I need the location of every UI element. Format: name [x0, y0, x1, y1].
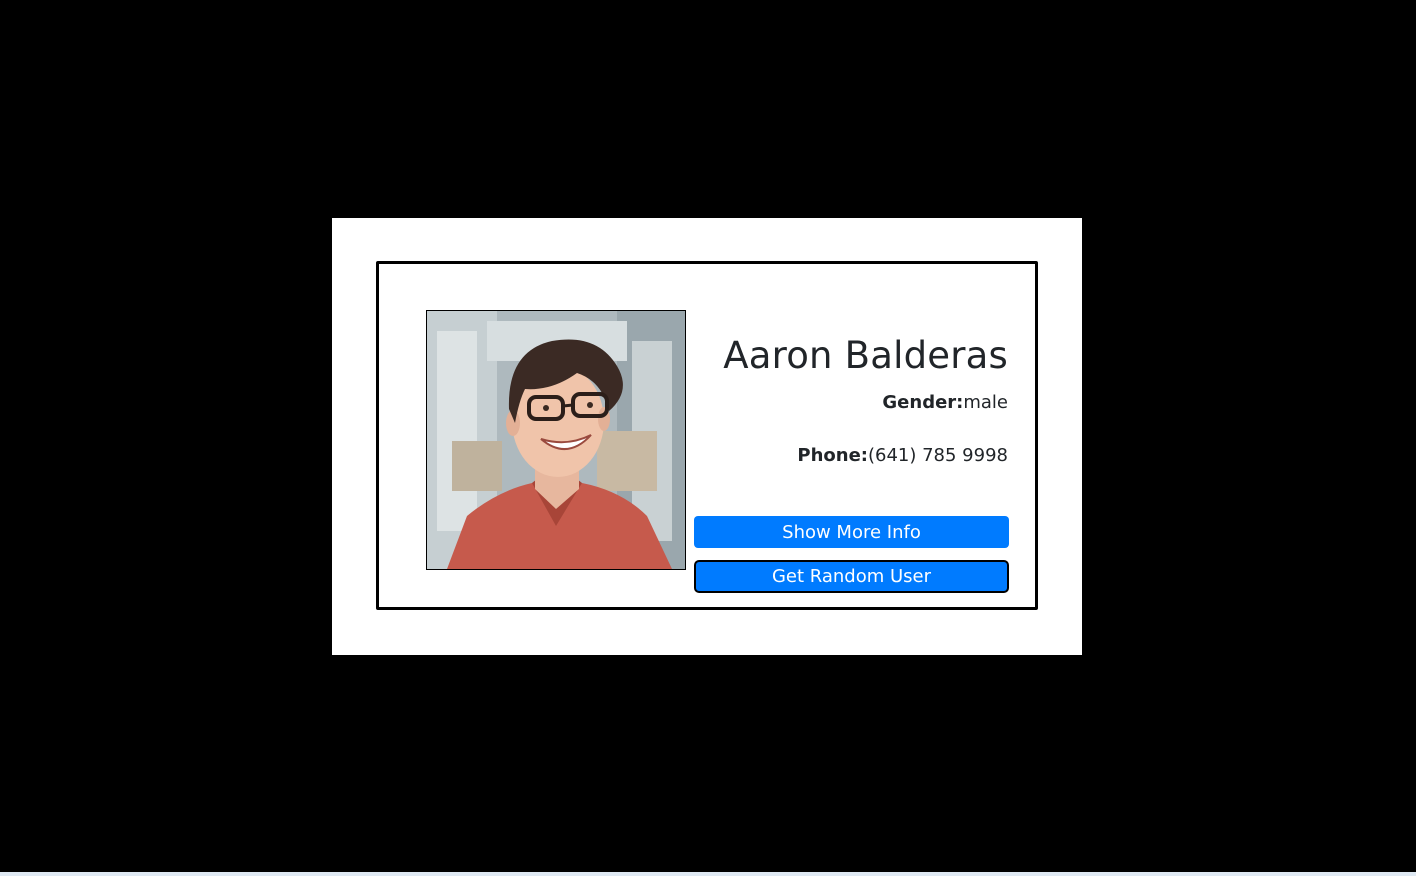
user-panel: Aaron Balderas Gender:male Phone:(641) 7…: [332, 218, 1082, 655]
user-photo: [426, 310, 686, 570]
bottom-strip: [0, 872, 1416, 876]
page-viewport: Aaron Balderas Gender:male Phone:(641) 7…: [0, 0, 1416, 876]
gender-value: male: [963, 392, 1008, 414]
user-card: Aaron Balderas Gender:male Phone:(641) 7…: [376, 261, 1038, 610]
get-random-user-button[interactable]: Get Random User: [694, 560, 1009, 593]
show-more-info-button[interactable]: Show More Info: [694, 516, 1009, 548]
gender-label: Gender:: [882, 392, 964, 414]
user-name: Aaron Balderas: [723, 334, 1008, 377]
phone-value: (641) 785 9998: [867, 445, 1008, 467]
phone-row: Phone:(641) 785 9998: [695, 445, 1008, 466]
gender-row: Gender:male: [695, 392, 1008, 413]
phone-label: Phone:: [797, 445, 868, 467]
user-info: Aaron Balderas Gender:male Phone:(641) 7…: [695, 334, 1008, 466]
